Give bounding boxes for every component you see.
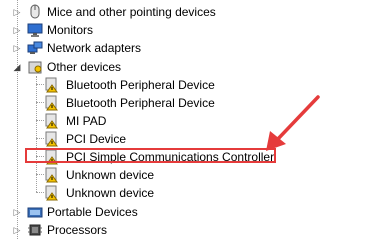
device-manager-tree: ▷ Mice and other pointing devices ▷ Moni… xyxy=(0,0,371,239)
annotation-arrow-icon xyxy=(266,95,320,151)
